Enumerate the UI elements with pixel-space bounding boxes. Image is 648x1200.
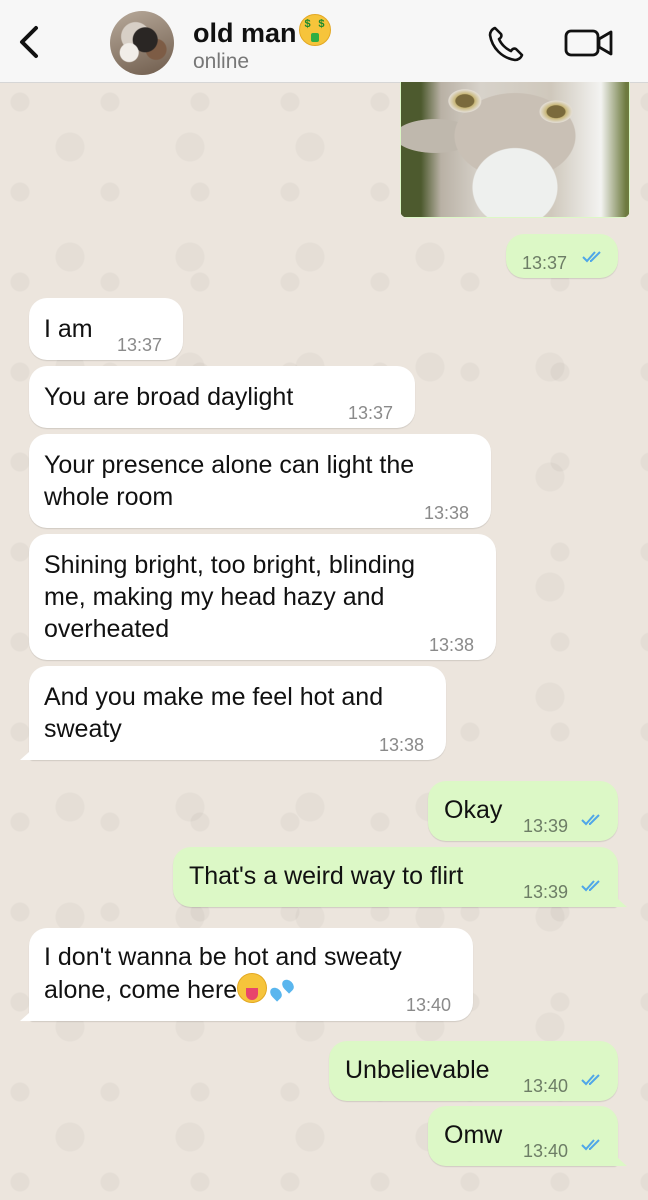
message-time: 13:39: [523, 882, 569, 902]
read-receipt-icon: [581, 1074, 600, 1086]
message-text-line: whole room: [44, 483, 174, 511]
tongue-face-emoji-icon: [237, 973, 268, 1003]
message-time: 13:38: [429, 635, 475, 655]
message-text-line: sweaty: [44, 715, 122, 743]
voice-call-icon[interactable]: [486, 24, 526, 64]
message-time: 13:37: [522, 253, 568, 273]
message-text: You are broad daylight: [44, 383, 294, 411]
message-time: 13:39: [523, 816, 569, 836]
message-text: That's a weird way to flirt: [189, 862, 464, 890]
message-text: I am: [44, 315, 93, 343]
message-bubble-incoming[interactable]: You are broad daylight 13:37: [29, 366, 415, 428]
message-time: 13:37: [117, 335, 163, 355]
message-text-line: overheated: [44, 615, 170, 643]
message-bubble-outgoing[interactable]: That's a weird way to flirt 13:39: [173, 847, 627, 907]
back-chevron-icon[interactable]: [14, 22, 46, 62]
message-bubble-incoming[interactable]: Shining bright, too bright, blinding me,…: [29, 534, 496, 660]
cat-photo[interactable]: [401, 82, 629, 217]
video-call-icon[interactable]: [563, 26, 615, 60]
message-time: 13:38: [424, 503, 470, 523]
message-bubble-outgoing[interactable]: Unbelievable 13:40: [329, 1041, 618, 1101]
message-time: 13:40: [406, 995, 452, 1015]
message-text-line: And you make me feel hot and: [44, 683, 384, 711]
message-time: 13:40: [523, 1076, 569, 1096]
money-mouth-face-icon: [298, 14, 331, 46]
message-text: Unbelievable: [345, 1056, 490, 1084]
read-receipt-icon: [581, 1139, 600, 1151]
read-receipt-icon: [582, 251, 601, 263]
contact-status: online: [193, 50, 250, 73]
message-text-line: Shining bright, too bright, blinding: [44, 551, 416, 579]
message-text: Okay: [444, 796, 503, 824]
message-text-line: me, making my head hazy and: [44, 583, 385, 611]
message-bubble-outgoing[interactable]: Okay 13:39: [428, 781, 618, 841]
image-message[interactable]: [400, 82, 630, 218]
chat-header: old man online: [0, 0, 648, 83]
message-time: 13:38: [379, 735, 425, 755]
message-bubble-incoming[interactable]: Your presence alone can light the whole …: [29, 434, 491, 528]
message-text-line: I don't wanna be hot and sweaty: [44, 943, 402, 971]
read-receipt-icon: [581, 880, 600, 892]
message-text-line-with-emoji: alone, come here: [44, 973, 297, 1006]
contact-name-text: old man: [193, 18, 297, 48]
contact-name[interactable]: old man: [193, 14, 331, 49]
message-time: 13:40: [523, 1141, 569, 1161]
message-text-line: Your presence alone can light the: [44, 451, 415, 479]
message-bubble-incoming[interactable]: I don't wanna be hot and sweaty alone, c…: [20, 928, 473, 1021]
message-time: 13:37: [348, 403, 394, 423]
message-bubble-incoming[interactable]: I am 13:37: [29, 298, 183, 360]
message-text: alone, come here: [44, 976, 238, 1004]
read-receipt-icon: [581, 814, 600, 826]
message-bubble-incoming[interactable]: And you make me feel hot and sweaty 13:3…: [20, 666, 446, 760]
image-message-meta: 13:37: [506, 234, 618, 278]
contact-avatar[interactable]: [110, 11, 174, 75]
message-bubble-outgoing[interactable]: Omw 13:40: [428, 1106, 627, 1166]
message-text: Omw: [444, 1121, 503, 1149]
sweat-droplets-emoji-icon: [267, 975, 297, 1003]
